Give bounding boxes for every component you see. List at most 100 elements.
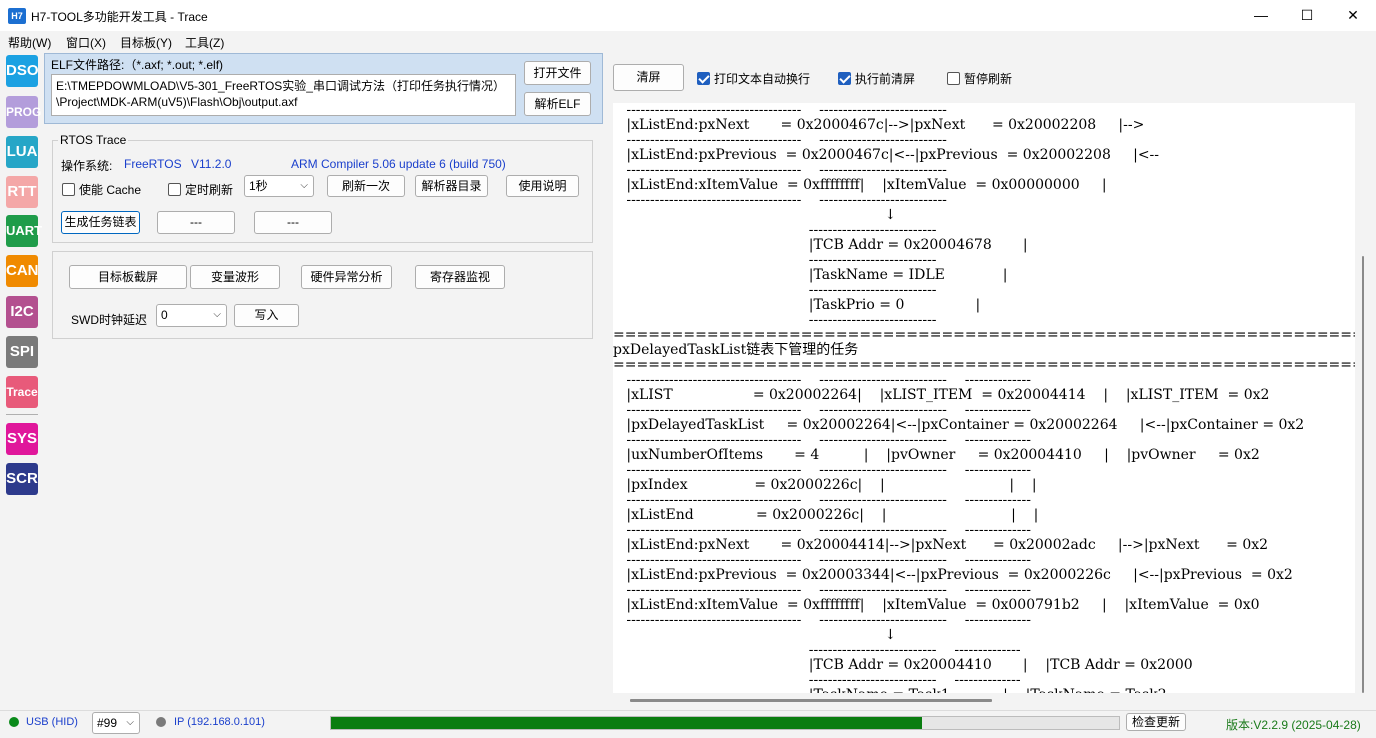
console-line: |TaskName = Task1 | |TaskName = Task2 [613, 688, 1355, 694]
pause-refresh-checkbox[interactable]: 暂停刷新 [947, 70, 1012, 87]
console-line: ------------------------------------- --… [613, 402, 1031, 418]
clear-before-run-checkbox[interactable]: 执行前清屏 [838, 70, 915, 87]
sidebar-item-lua[interactable]: LUA [6, 136, 38, 168]
timed-refresh-label: 定时刷新 [185, 183, 234, 197]
chevron-down-icon: ⌵ [126, 717, 134, 728]
sidebar-item-rtt[interactable]: RTT [6, 176, 38, 208]
menu-window[interactable]: 窗口(X) [66, 34, 106, 51]
sidebar-item-can[interactable]: CAN [6, 255, 39, 287]
enable-cache-label: 使能 Cache [79, 183, 142, 197]
console-line: --------------------------- [613, 312, 937, 328]
console-line: |uxNumberOfItems = 4 | |pvOwner = 0x2000… [613, 447, 1260, 463]
console-line: |xListEnd:xItemValue = 0xffffffff| |xIte… [613, 177, 1107, 193]
console-text: ------------------------------------- --… [613, 103, 1355, 693]
sidebar-item-sys[interactable]: SYS [6, 423, 38, 455]
app-icon: H7 [8, 8, 26, 24]
window-title: H7-TOOL多功能开发工具 - Trace [31, 10, 208, 24]
console-line: ------------------------------------- --… [613, 612, 1031, 628]
checkbox-checked-icon [838, 72, 851, 85]
console-line: ------------------------------------- --… [613, 372, 1031, 388]
menu-help[interactable]: 帮助(W) [8, 34, 51, 51]
version-label: 版本:V2.2.9 (2025-04-28) [1226, 718, 1361, 732]
pause-refresh-label: 暂停刷新 [964, 72, 1013, 86]
sidebar-item-scr[interactable]: SCR [6, 463, 38, 495]
elf-path-line-1: E:\TMEPDOWMLOAD\V5-301_FreeRTOS实验_串口调试方法… [56, 79, 505, 93]
placeholder-button-2[interactable]: --- [254, 211, 332, 234]
menu-target-board[interactable]: 目标板(Y) [120, 34, 172, 51]
auto-wrap-checkbox[interactable]: 打印文本自动换行 [697, 70, 810, 87]
gen-task-list-button[interactable]: 生成任务链表 [61, 211, 140, 234]
console-line: ------------------------------------- --… [613, 462, 1031, 478]
refresh-interval-value: 1秒 [249, 179, 268, 193]
console-line: --------------------------- ------------… [613, 642, 1021, 658]
minimize-button[interactable]: — [1238, 0, 1284, 31]
sidebar-item-spi[interactable]: SPI [6, 336, 38, 368]
console-line: --------------------------- [613, 222, 937, 238]
maximize-button[interactable]: ☐ [1284, 0, 1330, 31]
console-output[interactable]: ------------------------------------- --… [613, 103, 1355, 693]
console-line: |TaskPrio = 0 | [613, 297, 981, 313]
auto-wrap-label: 打印文本自动换行 [714, 72, 811, 86]
usb-status-icon [9, 717, 19, 727]
close-button[interactable]: ✕ [1330, 0, 1376, 31]
timed-refresh-checkbox[interactable]: 定时刷新 [168, 181, 233, 198]
menu-tools[interactable]: 工具(Z) [185, 34, 224, 51]
parse-elf-button[interactable]: 解析ELF [524, 92, 591, 116]
chevron-down-icon: ⌵ [213, 309, 221, 320]
open-file-button[interactable]: 打开文件 [524, 61, 591, 85]
sidebar-item-dso[interactable]: DSO [6, 55, 39, 87]
swd-delay-value: 0 [161, 308, 168, 322]
console-line: |xListEnd:pxPrevious = 0x2000467c|<--|px… [613, 147, 1160, 163]
console-line: |TaskName = IDLE | [613, 267, 1008, 283]
os-name: FreeRTOS [124, 157, 182, 171]
device-select[interactable]: #99 ⌵ [92, 712, 140, 734]
menu-bar: 帮助(W) 窗口(X) 目标板(Y) 工具(Z) [0, 31, 1376, 52]
chevron-down-icon: ⌵ [300, 180, 308, 191]
console-line: ========================================… [613, 327, 1355, 343]
console-line: ========================================… [613, 357, 1355, 373]
write-button[interactable]: 写入 [234, 304, 299, 327]
sidebar-item-prog[interactable]: PROG [6, 96, 41, 128]
console-line: ↓ [613, 627, 897, 643]
console-line: |xListEnd:pxNext = 0x2000467c|-->|pxNext… [613, 117, 1145, 133]
vertical-scrollbar[interactable] [1362, 256, 1364, 693]
console-line: --------------------------- ------------… [613, 672, 1021, 688]
register-monitor-button[interactable]: 寄存器监视 [415, 265, 505, 289]
horizontal-scrollbar[interactable] [630, 699, 992, 702]
console-line: ------------------------------------- --… [613, 522, 1031, 538]
enable-cache-checkbox[interactable]: 使能 Cache [62, 181, 141, 198]
console-line: pxDelayedTaskList链表下管理的任务 [613, 342, 859, 358]
swd-delay-label: SWD时钟延迟 [71, 313, 147, 327]
elf-path-label: ELF文件路径:（*.axf; *.out; *.elf) [51, 58, 224, 72]
console-line: ------------------------------------- --… [613, 162, 947, 178]
clear-screen-button[interactable]: 清屏 [613, 64, 684, 91]
console-line: ------------------------------------- --… [613, 103, 947, 118]
placeholder-button-1[interactable]: --- [157, 211, 235, 234]
console-line: |xListEnd:pxNext = 0x20004414|-->|pxNext… [613, 537, 1269, 553]
swd-delay-select[interactable]: 0 ⌵ [156, 304, 227, 327]
progress-bar [330, 716, 1120, 730]
elf-path-field[interactable]: E:\TMEPDOWMLOAD\V5-301_FreeRTOS实验_串口调试方法… [51, 74, 516, 116]
sidebar-item-uart[interactable]: UART [6, 215, 42, 247]
console-line: ------------------------------------- --… [613, 552, 1031, 568]
console-line: |TCB Addr = 0x20004410 | |TCB Addr = 0x2… [613, 657, 1193, 673]
checkbox-icon [62, 183, 75, 196]
console-line: |pxIndex = 0x2000226c| | | | [613, 477, 1037, 493]
parser-dir-button[interactable]: 解析器目录 [415, 175, 488, 197]
usage-button[interactable]: 使用说明 [506, 175, 579, 197]
sidebar-item-i2c[interactable]: I2C [6, 296, 38, 328]
checkbox-icon [947, 72, 960, 85]
refresh-interval-select[interactable]: 1秒 ⌵ [244, 175, 314, 197]
console-line: |TCB Addr = 0x20004678 | [613, 237, 1028, 253]
refresh-once-button[interactable]: 刷新一次 [327, 175, 405, 197]
sidebar-item-trace[interactable]: Trace [6, 376, 38, 408]
check-update-button[interactable]: 检查更新 [1126, 713, 1186, 731]
hardfault-analysis-button[interactable]: 硬件异常分析 [301, 265, 392, 289]
usb-status: USB (HID) [26, 716, 78, 728]
target-screenshot-button[interactable]: 目标板截屏 [69, 265, 187, 289]
console-line: ------------------------------------- --… [613, 192, 947, 208]
progress-fill [331, 717, 922, 729]
variable-waveform-button[interactable]: 变量波形 [190, 265, 280, 289]
device-value: #99 [97, 716, 118, 730]
rtos-trace-title: RTOS Trace [58, 133, 129, 147]
